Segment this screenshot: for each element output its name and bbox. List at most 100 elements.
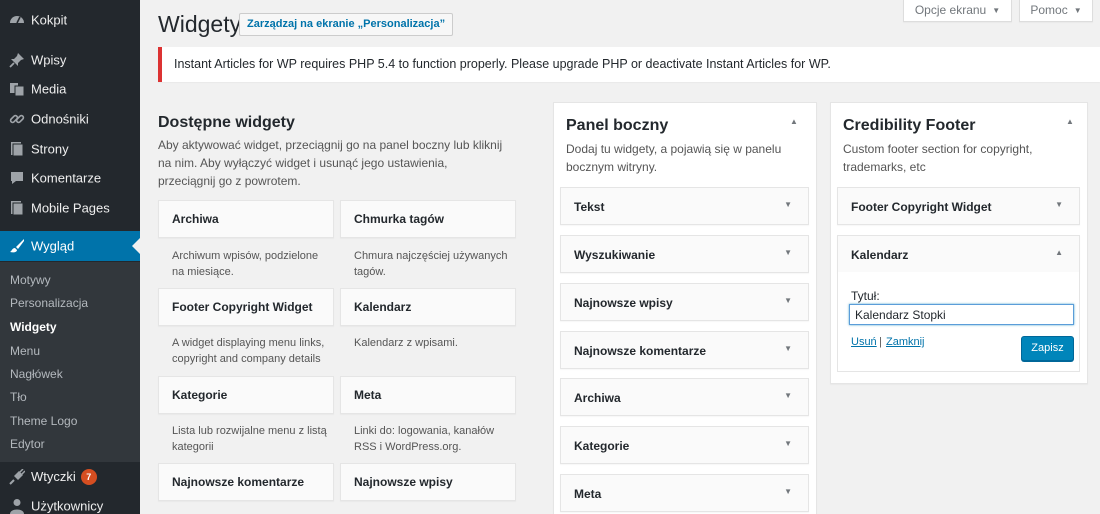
page-icon	[9, 200, 25, 216]
submenu-item-menu[interactable]: Menu	[10, 344, 40, 358]
sidebar-item-label: Wtyczki 7	[31, 469, 97, 485]
widget-title: Najnowsze wpisy	[354, 475, 453, 489]
link-separator: |	[879, 336, 882, 348]
brush-icon	[9, 238, 25, 254]
widget-title: Footer Copyright Widget	[851, 200, 992, 214]
caret-down-icon[interactable]: ▼	[784, 296, 792, 305]
widget-area-description: Dodaj tu widgety, a pojawią się w panelu…	[566, 142, 782, 174]
widget-title-input[interactable]	[849, 304, 1074, 325]
sidebar-item-media[interactable]: Media	[0, 74, 140, 104]
available-widget-najnowsze-komentarze[interactable]: Najnowsze komentarze	[158, 463, 334, 501]
area-widget-kategorie[interactable]: Kategorie ▼	[560, 426, 809, 464]
widget-description: Linki do: logowania, kanałów RSS i WordP…	[354, 425, 495, 453]
caret-down-icon: ▼	[1073, 6, 1082, 15]
area-widget-najnowsze-komentarze[interactable]: Najnowsze komentarze ▼	[560, 331, 809, 369]
sidebar-item-label: Strony	[31, 141, 69, 157]
plugin-icon	[9, 469, 25, 485]
submenu-item-motywy[interactable]: Motywy	[10, 273, 51, 287]
widget-title: Najnowsze wpisy	[574, 296, 673, 310]
widget-area-description: Custom footer section for copyright, tra…	[843, 142, 1033, 174]
available-widget-meta[interactable]: Meta	[340, 376, 516, 414]
sidebar-item-label: Mobile Pages	[31, 200, 110, 216]
caret-down-icon[interactable]: ▼	[784, 391, 792, 400]
widget-title: Najnowsze komentarze	[574, 344, 707, 358]
area-widget-footer-copyright[interactable]: Footer Copyright Widget ▼	[837, 187, 1080, 225]
widget-title: Meta	[354, 388, 382, 402]
close-widget-link[interactable]: Zamknij	[886, 336, 925, 348]
caret-down-icon[interactable]: ▼	[784, 200, 792, 209]
widget-description: Lista lub rozwijalne menu z listą katego…	[172, 425, 327, 453]
widget-title: Meta	[574, 487, 602, 501]
sidebar-item-label: Użytkownicy	[31, 498, 104, 514]
submenu-item-personalizacja[interactable]: Personalizacja	[10, 296, 88, 310]
sidebar-item-wyglad[interactable]: Wygląd	[0, 231, 140, 261]
widget-title: Archiwa	[574, 391, 621, 405]
appearance-submenu: Motywy Personalizacja Widgety Menu Nagłó…	[0, 262, 140, 462]
active-menu-arrow	[132, 238, 140, 254]
sidebar-item-uzytkownicy[interactable]: Użytkownicy	[0, 491, 140, 514]
admin-sidebar: Kokpit Wpisy Media Odnośniki Strony Kome…	[0, 0, 140, 514]
caret-down-icon[interactable]: ▼	[1055, 200, 1063, 209]
sidebar-item-odnosniki[interactable]: Odnośniki	[0, 104, 140, 134]
sidebar-item-wpisy[interactable]: Wpisy	[0, 45, 140, 75]
sidebar-item-label: Odnośniki	[31, 111, 89, 127]
widget-description: Archiwum wpisów, podzielone na miesiące.	[172, 250, 319, 278]
help-button[interactable]: Pomoc ▼	[1019, 0, 1093, 22]
submenu-item-widgety[interactable]: Widgety	[10, 320, 57, 334]
sidebar-item-strony[interactable]: Strony	[0, 134, 140, 164]
available-widget-kategorie[interactable]: Kategorie	[158, 376, 334, 414]
widget-title: Najnowsze komentarze	[172, 475, 305, 489]
widget-description: Chmura najczęściej używanych tagów.	[354, 250, 508, 278]
widget-title: Kalendarz	[851, 248, 909, 262]
sidebar-item-komentarze[interactable]: Komentarze	[0, 163, 140, 193]
sidebar-item-kokpit[interactable]: Kokpit	[0, 5, 140, 35]
collapse-arrow-icon[interactable]: ▲	[1066, 117, 1074, 126]
caret-down-icon[interactable]: ▼	[784, 487, 792, 496]
save-button[interactable]: Zapisz	[1021, 336, 1074, 361]
available-widget-archiwa[interactable]: Archiwa	[158, 200, 334, 238]
submenu-item-edytor[interactable]: Edytor	[10, 437, 45, 451]
widget-title: Tekst	[574, 200, 605, 214]
available-widgets-title: Dostępne widgety	[158, 114, 295, 131]
submenu-item-naglowek[interactable]: Nagłówek	[10, 367, 63, 381]
collapse-arrow-icon[interactable]: ▲	[790, 117, 798, 126]
available-widget-footer-copyright[interactable]: Footer Copyright Widget	[158, 288, 334, 326]
dashboard-icon	[9, 12, 25, 28]
manage-in-customizer-button[interactable]: Zarządzaj na ekranie „Personalizacja”	[239, 13, 454, 36]
widget-description: Kalendarz z wpisami.	[354, 337, 458, 349]
sidebar-item-label-text: Wtyczki	[31, 469, 76, 484]
area-widget-meta[interactable]: Meta ▼	[560, 474, 809, 512]
widget-area-title: Panel boczny	[566, 117, 669, 134]
sidebar-item-wtyczki[interactable]: Wtyczki 7	[0, 462, 140, 492]
media-icon	[9, 81, 25, 97]
area-widget-wyszukiwanie[interactable]: Wyszukiwanie ▼	[560, 235, 809, 273]
available-widget-najnowsze-wpisy[interactable]: Najnowsze wpisy	[340, 463, 516, 501]
help-label: Pomoc	[1030, 3, 1068, 17]
widget-description: A widget displaying menu links, copyrigh…	[172, 337, 325, 365]
area-widget-najnowsze-wpisy[interactable]: Najnowsze wpisy ▼	[560, 283, 809, 321]
area-widget-kalendarz[interactable]: Kalendarz ▲	[837, 235, 1080, 273]
submenu-item-tlo[interactable]: Tło	[10, 390, 27, 404]
area-widget-archiwa[interactable]: Archiwa ▼	[560, 378, 809, 416]
caret-up-icon[interactable]: ▲	[1055, 248, 1063, 257]
area-widget-tekst[interactable]: Tekst ▼	[560, 187, 809, 225]
submenu-item-theme-logo[interactable]: Theme Logo	[10, 414, 77, 428]
sidebar-item-label: Wpisy	[31, 52, 67, 68]
caret-down-icon[interactable]: ▼	[784, 248, 792, 257]
comment-icon	[9, 170, 25, 186]
pin-icon	[9, 52, 25, 68]
delete-widget-link[interactable]: Usuń	[851, 336, 877, 348]
available-widget-kalendarz[interactable]: Kalendarz	[340, 288, 516, 326]
link-icon	[9, 111, 25, 127]
sidebar-item-mobile-pages[interactable]: Mobile Pages	[0, 193, 140, 223]
caret-down-icon[interactable]: ▼	[784, 439, 792, 448]
screen-options-button[interactable]: Opcje ekranu ▼	[903, 0, 1012, 22]
widget-title: Kategorie	[172, 388, 228, 402]
available-widget-chmurka-tagow[interactable]: Chmurka tagów	[340, 200, 516, 238]
available-widgets-description: Aby aktywować widget, przeciągnij go na …	[158, 138, 503, 188]
update-count-badge: 7	[80, 469, 97, 485]
page-icon	[9, 141, 25, 157]
caret-down-icon[interactable]: ▼	[784, 344, 792, 353]
sidebar-item-label: Wygląd	[31, 238, 75, 254]
screen-options-label: Opcje ekranu	[914, 3, 987, 17]
